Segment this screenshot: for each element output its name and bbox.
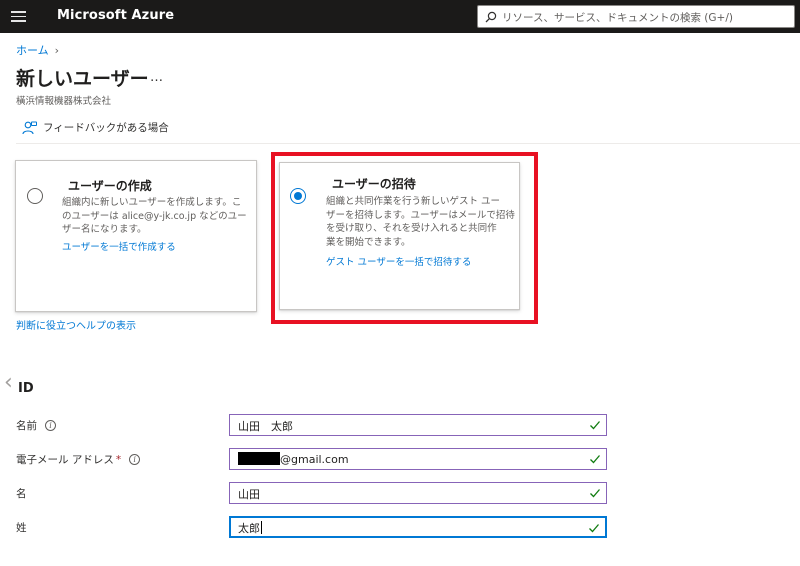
- checkmark-icon: [590, 455, 600, 464]
- name-value: 山田 太郎: [238, 420, 293, 433]
- email-input[interactable]: @gmail.com: [229, 448, 607, 470]
- invite-user-title: ユーザーの招待: [332, 177, 416, 191]
- text-caret: [261, 521, 262, 534]
- identity-section-title: ID: [18, 381, 34, 396]
- invite-user-radio[interactable]: [290, 188, 306, 204]
- create-user-description: 組織内に新しいユーザーを作成します。こ のユーザーは alice@y-jk.co…: [62, 197, 247, 235]
- app-title[interactable]: Microsoft Azure: [57, 8, 174, 23]
- create-user-radio[interactable]: [27, 188, 43, 204]
- name-label: 名前 i: [16, 418, 56, 433]
- decision-help-link[interactable]: 判断に役立つヘルプの表示: [16, 317, 136, 332]
- redacted-block: [238, 452, 280, 465]
- invite-user-option-card[interactable]: ユーザーの招待 組織と共同作業を行う新しいゲスト ユー ザーを招待します。ユーザ…: [279, 162, 520, 310]
- invite-user-description: 組織と共同作業を行う新しいゲスト ユー ザーを招待します。ユーザーはメールで招待…: [326, 196, 515, 248]
- more-options-icon[interactable]: …: [150, 70, 164, 85]
- bulk-create-users-link[interactable]: ユーザーを一括で作成する: [62, 239, 176, 253]
- page-title: 新しいユーザー: [16, 68, 149, 90]
- first-name-label: 名: [16, 488, 27, 500]
- info-icon[interactable]: i: [45, 420, 56, 431]
- required-asterisk: *: [115, 453, 122, 466]
- last-name-label: 姓: [16, 522, 27, 534]
- create-user-title: ユーザーの作成: [68, 179, 152, 193]
- last-name-input[interactable]: 太郎: [229, 516, 607, 538]
- last-name-value: 太郎: [238, 521, 262, 535]
- first-name-value: 山田: [238, 488, 260, 501]
- name-input[interactable]: 山田 太郎: [229, 414, 607, 436]
- tenant-name: 橫浜情報機器株式会社: [16, 96, 112, 107]
- collapse-chevron-left-icon[interactable]: ‹: [4, 372, 13, 394]
- header-divider: [16, 143, 800, 144]
- create-user-option-card[interactable]: ユーザーの作成 組織内に新しいユーザーを作成します。こ のユーザーは alice…: [15, 160, 257, 312]
- feedback-person-icon: [22, 121, 37, 134]
- search-icon: [485, 11, 497, 23]
- checkmark-icon: [590, 421, 600, 430]
- feedback-label: フィードバックがある場合: [43, 122, 169, 134]
- global-search-input[interactable]: リソース、サービス、ドキュメントの検索 (G+/): [477, 5, 795, 28]
- checkmark-icon: [590, 489, 600, 498]
- feedback-button[interactable]: フィードバックがある場合: [22, 120, 169, 135]
- chevron-right-icon: ›: [54, 43, 60, 57]
- hamburger-menu-icon[interactable]: [11, 9, 26, 23]
- bulk-invite-guests-link[interactable]: ゲスト ユーザーを一括で招待する: [326, 254, 471, 268]
- email-label: 電子メール アドレス * i: [16, 452, 141, 467]
- search-placeholder: リソース、サービス、ドキュメントの検索 (G+/): [502, 12, 733, 24]
- first-name-input[interactable]: 山田: [229, 482, 607, 504]
- breadcrumb-home-link[interactable]: ホーム: [16, 42, 49, 58]
- info-icon[interactable]: i: [129, 454, 141, 465]
- email-value: @gmail.com: [238, 452, 349, 466]
- breadcrumb: ホーム ›: [16, 42, 59, 58]
- top-bar: Microsoft Azure リソース、サービス、ドキュメントの検索 (G+/…: [0, 0, 800, 33]
- checkmark-icon: [589, 524, 599, 533]
